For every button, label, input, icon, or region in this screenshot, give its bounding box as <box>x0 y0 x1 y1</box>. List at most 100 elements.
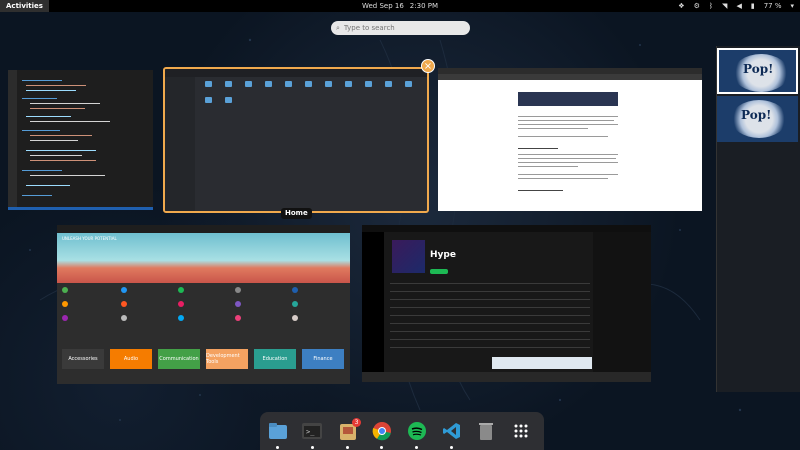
app-icon[interactable] <box>292 301 298 307</box>
workspace-thumbnail-active[interactable]: Pop! <box>717 48 798 94</box>
window-pop-shop[interactable]: UNLEASH YOUR POTENTIAL Accessories Audio… <box>57 225 350 384</box>
terminal-icon[interactable]: >_ <box>300 419 324 443</box>
window-vscode[interactable] <box>8 70 153 210</box>
bluetooth-icon[interactable]: ᛒ <box>709 2 713 10</box>
workspace-thumbnail[interactable]: Pop! <box>717 96 798 142</box>
volume-icon[interactable]: ◀ <box>736 2 741 10</box>
activities-button[interactable]: Activities <box>0 0 49 12</box>
spotify-sidebar <box>362 232 384 372</box>
app-icon[interactable] <box>121 315 127 321</box>
folder-icon[interactable] <box>245 81 252 87</box>
vscode-activity-bar <box>8 70 17 210</box>
clock[interactable]: Wed Sep 16 2:30 PM <box>362 2 438 10</box>
folder-icon[interactable] <box>305 81 312 87</box>
files-header-bar <box>165 69 427 77</box>
text-line <box>518 124 618 125</box>
code-line <box>26 185 70 187</box>
battery-icon[interactable]: ▮ <box>751 2 755 10</box>
code-line <box>22 98 57 100</box>
folder-icon[interactable] <box>325 81 332 87</box>
app-icon[interactable] <box>235 301 241 307</box>
app-icon[interactable] <box>62 315 68 321</box>
window-chrome[interactable] <box>438 68 702 211</box>
vscode-icon[interactable] <box>440 419 464 443</box>
search-input[interactable] <box>343 24 454 32</box>
app-icon[interactable] <box>121 301 127 307</box>
play-button[interactable] <box>430 269 448 274</box>
track-row[interactable] <box>390 347 590 348</box>
app-icon[interactable] <box>178 301 184 307</box>
code-line <box>30 121 110 123</box>
folder-icon[interactable] <box>205 97 212 103</box>
window-files[interactable] <box>163 67 429 213</box>
text-line <box>518 162 618 163</box>
playlist-title: Hype <box>430 250 456 260</box>
search-bar[interactable]: ⌕ <box>331 21 470 35</box>
folder-icon[interactable] <box>365 81 372 87</box>
app-icon[interactable] <box>292 315 298 321</box>
window-hover-label: Home <box>281 208 312 219</box>
category-tile[interactable]: Communication <box>158 349 200 369</box>
app-icon[interactable] <box>292 287 298 293</box>
app-icon[interactable] <box>62 287 68 293</box>
code-line <box>22 130 60 132</box>
code-line <box>30 103 100 105</box>
track-row[interactable] <box>390 323 590 324</box>
wifi-icon[interactable]: ◥ <box>722 2 727 10</box>
track-row[interactable] <box>390 283 590 284</box>
code-line <box>30 108 85 110</box>
search-icon: ⌕ <box>336 23 340 32</box>
category-tile[interactable]: Finance <box>302 349 344 369</box>
text-line <box>518 190 563 191</box>
folder-icon[interactable] <box>285 81 292 87</box>
system-tray[interactable]: ❖ ⚙ ᛒ ◥ ◀ ▮ 77 % ▾ <box>678 0 794 12</box>
chrome-icon[interactable] <box>370 419 394 443</box>
folder-icon[interactable] <box>385 81 392 87</box>
code-line <box>30 160 96 162</box>
track-row[interactable] <box>390 307 590 308</box>
category-tile[interactable]: Development Tools <box>206 349 248 369</box>
app-icon[interactable] <box>235 315 241 321</box>
category-tile[interactable]: Accessories <box>62 349 104 369</box>
app-icon[interactable] <box>178 287 184 293</box>
spotify-icon[interactable] <box>405 419 429 443</box>
workspace-wallpaper-text: Pop! <box>741 108 772 122</box>
folder-icon[interactable] <box>225 97 232 103</box>
dropbox-icon[interactable]: ❖ <box>678 2 684 10</box>
folder-icon[interactable] <box>205 81 212 87</box>
app-grid-icon[interactable] <box>509 419 533 443</box>
settings-icon[interactable]: ⚙ <box>694 2 700 10</box>
track-row[interactable] <box>390 331 590 332</box>
track-row[interactable] <box>390 299 590 300</box>
code-line <box>26 90 76 92</box>
folder-icon[interactable] <box>225 81 232 87</box>
files-sidebar <box>165 77 195 211</box>
spotify-player-bar[interactable] <box>362 372 651 382</box>
window-spotify[interactable]: Hype <box>362 225 651 382</box>
advertisement-banner[interactable] <box>492 357 592 369</box>
article-banner <box>518 92 618 106</box>
vscode-status-bar <box>8 207 153 210</box>
app-icon[interactable] <box>235 287 241 293</box>
folder-icon[interactable] <box>405 81 412 87</box>
app-icon[interactable] <box>62 301 68 307</box>
app-icon[interactable] <box>178 315 184 321</box>
running-indicator <box>311 446 314 449</box>
chevron-down-icon[interactable]: ▾ <box>790 2 794 10</box>
code-line <box>22 195 52 197</box>
app-icon[interactable] <box>121 287 127 293</box>
track-row[interactable] <box>390 315 590 316</box>
track-row[interactable] <box>390 339 590 340</box>
trash-icon[interactable] <box>474 419 498 443</box>
track-row[interactable] <box>390 291 590 292</box>
close-window-button[interactable]: × <box>421 59 435 73</box>
code-line <box>30 175 105 177</box>
files-icon[interactable] <box>266 419 290 443</box>
playlist-cover <box>392 240 425 273</box>
category-tile[interactable]: Education <box>254 349 296 369</box>
code-line <box>30 135 92 137</box>
category-tile[interactable]: Audio <box>110 349 152 369</box>
folder-icon[interactable] <box>265 81 272 87</box>
folder-icon[interactable] <box>345 81 352 87</box>
text-line <box>518 166 578 167</box>
